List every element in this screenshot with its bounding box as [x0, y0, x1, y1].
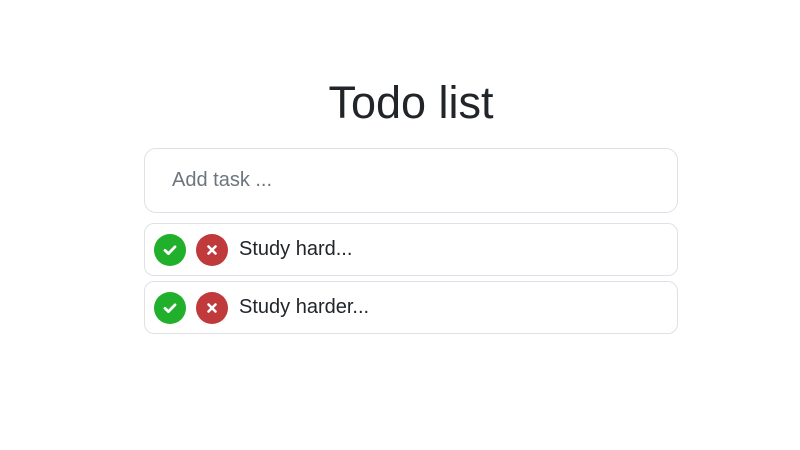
task-item: Study harder... [144, 281, 678, 334]
close-icon [207, 244, 217, 255]
task-label: Study hard... [239, 238, 353, 260]
add-task-input[interactable] [144, 148, 678, 213]
task-list: Study hard... Study harder... [144, 223, 678, 339]
task-label: Study harder... [239, 296, 370, 318]
task-item: Study hard... [144, 223, 678, 276]
delete-task-button[interactable] [196, 291, 228, 324]
complete-task-button[interactable] [154, 291, 186, 324]
check-icon [163, 244, 177, 255]
check-icon [163, 302, 177, 313]
todo-app: Todo list Study hard... [0, 0, 800, 450]
complete-task-button[interactable] [154, 233, 186, 266]
page-title: Todo list [328, 77, 494, 128]
close-icon [207, 302, 217, 313]
delete-task-button[interactable] [196, 233, 228, 266]
